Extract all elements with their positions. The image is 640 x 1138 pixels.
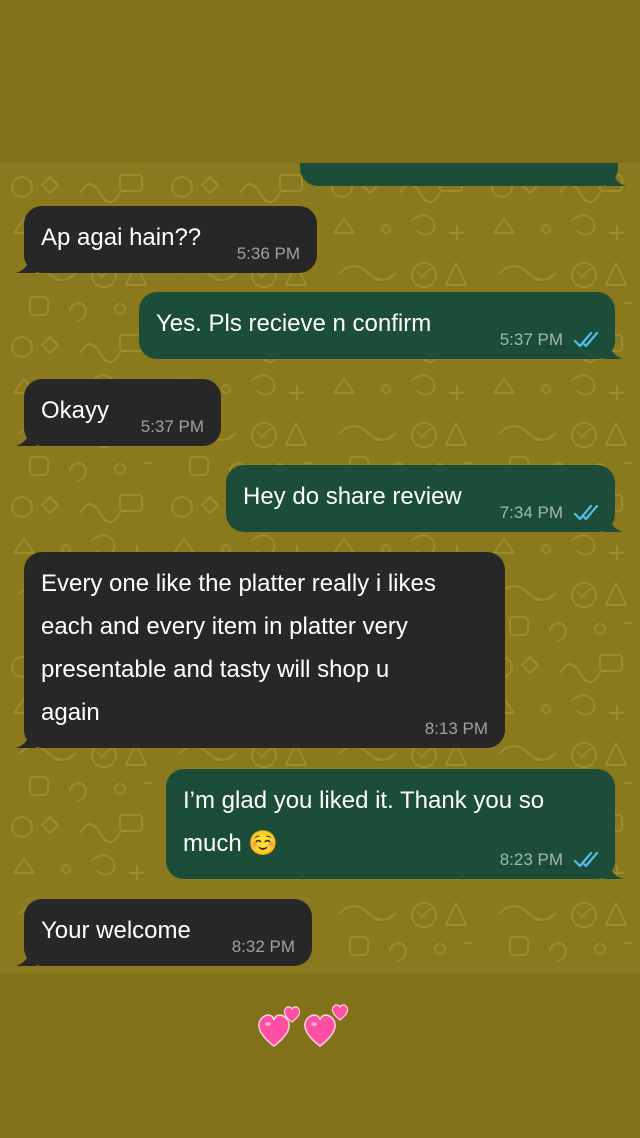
message-text: Every one like the platter really i like…	[41, 562, 436, 734]
message-text: Okayy	[41, 397, 110, 424]
message-text: Yes. Pls recieve n confirm	[156, 310, 432, 337]
double-check-read-icon	[573, 504, 599, 521]
message-outgoing[interactable]: I’m glad you liked it. Thank you so much…	[166, 769, 623, 879]
message-time: 5:37 PM	[499, 330, 563, 349]
message-line: each and every item in platter very	[41, 613, 408, 640]
bubble-tail	[16, 950, 36, 966]
message-incoming[interactable]: Okayy 5:37 PM	[16, 379, 221, 446]
message-line: Every one like the platter really i like…	[41, 570, 436, 597]
previous-message-partial	[300, 163, 626, 186]
message-text: Your welcome	[41, 917, 191, 944]
message-outgoing[interactable]: Yes. Pls recieve n confirm 5:37 PM	[139, 292, 623, 359]
bubble-tail	[16, 257, 36, 273]
message-incoming[interactable]: Ap agai hain?? 5:36 PM	[16, 206, 317, 273]
message-time: 8:23 PM	[499, 850, 563, 869]
message-line: much ☺️	[183, 830, 279, 857]
message-time: 8:32 PM	[231, 937, 295, 956]
message-line: presentable and tasty will shop u	[41, 656, 390, 683]
message-text: Hey do share review	[243, 483, 462, 510]
double-check-read-icon	[573, 331, 599, 348]
bubble-tail	[16, 430, 36, 446]
message-line: I’m glad you liked it. Thank you so	[183, 787, 545, 814]
message-text: Ap agai hain??	[41, 224, 202, 251]
message-time: 5:36 PM	[236, 244, 300, 263]
bubble-tail	[603, 343, 623, 359]
bubble-tail	[603, 516, 623, 532]
chat-area: Ap agai hain?? 5:36 PM Yes. Pls recieve …	[0, 163, 640, 973]
message-text: I’m glad you liked it. Thank you so much…	[183, 779, 544, 865]
message-line: again	[41, 699, 100, 726]
message-time: 7:34 PM	[499, 503, 563, 522]
bubble-tail	[16, 732, 36, 748]
message-time: 8:13 PM	[424, 719, 488, 738]
message-incoming[interactable]: Every one like the platter really i like…	[16, 552, 505, 748]
message-time: 5:37 PM	[140, 417, 204, 436]
bubble-tail	[606, 170, 626, 186]
bubble-tail	[603, 863, 623, 879]
message-incoming[interactable]: Your welcome 8:32 PM	[16, 899, 312, 966]
double-check-read-icon	[573, 851, 599, 868]
two-hearts-icon	[258, 1004, 349, 1047]
message-outgoing[interactable]: Hey do share review 7:34 PM	[226, 465, 623, 532]
